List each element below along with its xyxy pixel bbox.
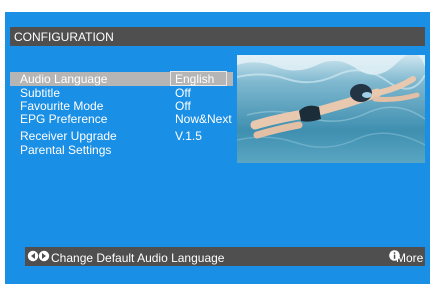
menu-item-value: Off <box>175 86 191 100</box>
menu-item-label: Favourite Mode <box>20 99 104 113</box>
menu-item-value: V.1.5 <box>175 129 202 143</box>
more-button[interactable]: More <box>396 252 423 264</box>
menu-item-label: Subtitle <box>20 86 61 100</box>
footer-hint-text: Change Default Audio Language <box>51 251 225 265</box>
menu-item-epg-preference[interactable]: EPG Preference Now&Next <box>10 112 233 126</box>
menu-item-subtitle[interactable]: Subtitle Off <box>10 86 233 100</box>
menu-item-value: English <box>175 72 215 86</box>
footer-bar: Change Default Audio Language More <box>25 247 425 266</box>
menu-item-parental-settings[interactable]: Parental Settings <box>10 143 233 157</box>
left-right-arrows-icon <box>27 250 50 262</box>
menu-item-receiver-upgrade[interactable]: Receiver Upgrade V.1.5 <box>10 129 233 143</box>
swimmer-photo <box>237 55 425 163</box>
page-title: CONFIGURATION <box>14 30 114 44</box>
menu-item-favourite-mode[interactable]: Favourite Mode Off <box>10 99 233 113</box>
menu-item-value: Off <box>175 99 191 113</box>
menu-item-label: Parental Settings <box>20 143 112 157</box>
menu-item-label: Audio Language <box>20 72 108 86</box>
menu-item-audio-language[interactable]: Audio Language English <box>10 71 233 86</box>
menu-item-label: Receiver Upgrade <box>20 129 117 143</box>
menu-item-value: Now&Next <box>175 112 232 126</box>
menu-item-label: EPG Preference <box>20 112 108 126</box>
